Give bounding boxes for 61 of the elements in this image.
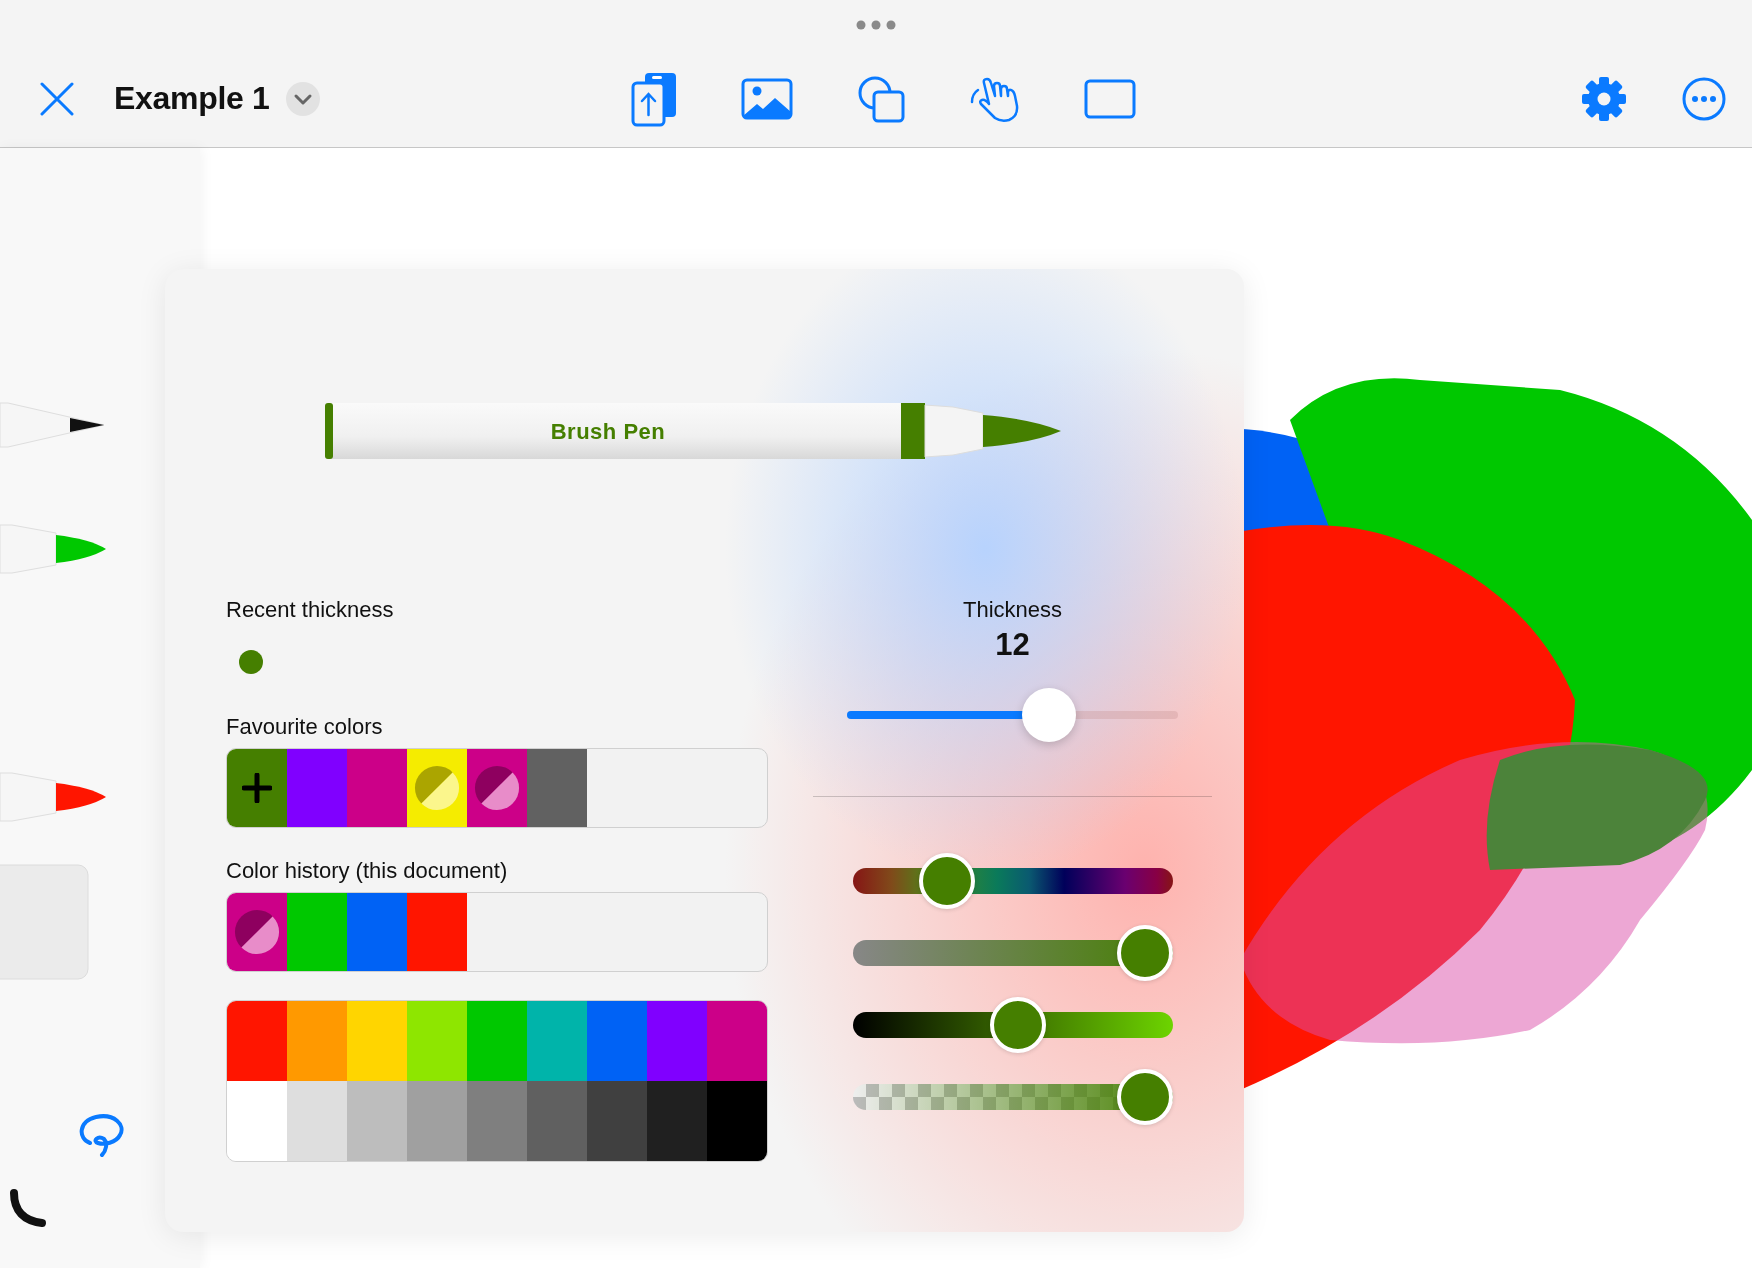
more-icon[interactable] <box>1682 76 1726 121</box>
thickness-slider[interactable] <box>847 688 1178 742</box>
saturation-slider[interactable] <box>853 925 1173 981</box>
color-swatch[interactable] <box>347 1001 407 1081</box>
slider-thumb[interactable] <box>990 997 1047 1053</box>
color-swatch[interactable] <box>527 1001 587 1081</box>
color-swatch[interactable] <box>587 1081 647 1161</box>
color-swatch[interactable] <box>407 1081 467 1161</box>
color-swatch[interactable] <box>467 749 527 827</box>
hue-slider[interactable] <box>853 853 1173 909</box>
color-swatch[interactable] <box>527 1081 587 1161</box>
color-swatch[interactable] <box>287 749 347 827</box>
color-swatch[interactable] <box>407 893 467 971</box>
color-swatch[interactable] <box>647 1081 707 1161</box>
color-swatch[interactable] <box>227 1001 287 1081</box>
slider-thumb[interactable] <box>1021 688 1076 742</box>
slider-thumb[interactable] <box>919 853 975 909</box>
opacity-slider[interactable] <box>853 1069 1173 1125</box>
color-swatch[interactable] <box>347 893 407 971</box>
color-swatch[interactable] <box>347 1081 407 1161</box>
image-icon[interactable] <box>741 77 793 120</box>
thickness-dot[interactable] <box>239 650 263 674</box>
color-swatch[interactable] <box>527 749 587 827</box>
opacity-icon <box>474 765 520 811</box>
grabber-icon[interactable] <box>856 20 896 30</box>
color-swatch[interactable] <box>647 1001 707 1081</box>
color-swatch[interactable] <box>407 1001 467 1081</box>
color-swatch[interactable] <box>287 1081 347 1161</box>
rectangle-icon[interactable] <box>1084 78 1136 119</box>
curve-icon[interactable] <box>8 1189 48 1229</box>
close-icon <box>40 81 74 116</box>
color-swatch[interactable] <box>467 1081 527 1161</box>
section-label: Favourite colors <box>226 714 384 740</box>
brightness-slider[interactable] <box>853 997 1173 1053</box>
section-label: Recent thickness <box>226 597 395 623</box>
chevron-down-icon[interactable] <box>285 81 320 116</box>
color-swatch[interactable] <box>407 749 467 827</box>
thickness-label: Thickness <box>961 597 1063 623</box>
opacity-icon <box>414 765 460 811</box>
opacity-icon <box>234 909 280 955</box>
thickness-value: 12 <box>994 627 1031 663</box>
color-swatch[interactable] <box>707 1081 767 1161</box>
color-swatch[interactable] <box>587 1001 647 1081</box>
settings-icon[interactable] <box>1581 75 1627 122</box>
section-label: Color history (this document) <box>226 858 509 884</box>
color-swatch[interactable] <box>227 1081 287 1161</box>
document-title[interactable]: Example 1 <box>114 80 270 117</box>
slider-thumb[interactable] <box>1117 925 1173 981</box>
color-swatch[interactable] <box>227 893 287 971</box>
slider-thumb[interactable] <box>1117 1069 1173 1125</box>
color-swatch[interactable] <box>287 893 347 971</box>
plus-icon <box>242 773 272 803</box>
color-swatch[interactable] <box>287 1001 347 1081</box>
color-swatch[interactable] <box>707 1001 767 1081</box>
color-swatch[interactable] <box>347 749 407 827</box>
color-swatch[interactable] <box>227 749 287 827</box>
color-swatch[interactable] <box>467 1001 527 1081</box>
pen-name: Brush Pen <box>549 419 667 445</box>
close-button[interactable] <box>40 81 74 116</box>
eraser-icon[interactable] <box>0 863 92 983</box>
import-icon[interactable] <box>630 70 678 127</box>
